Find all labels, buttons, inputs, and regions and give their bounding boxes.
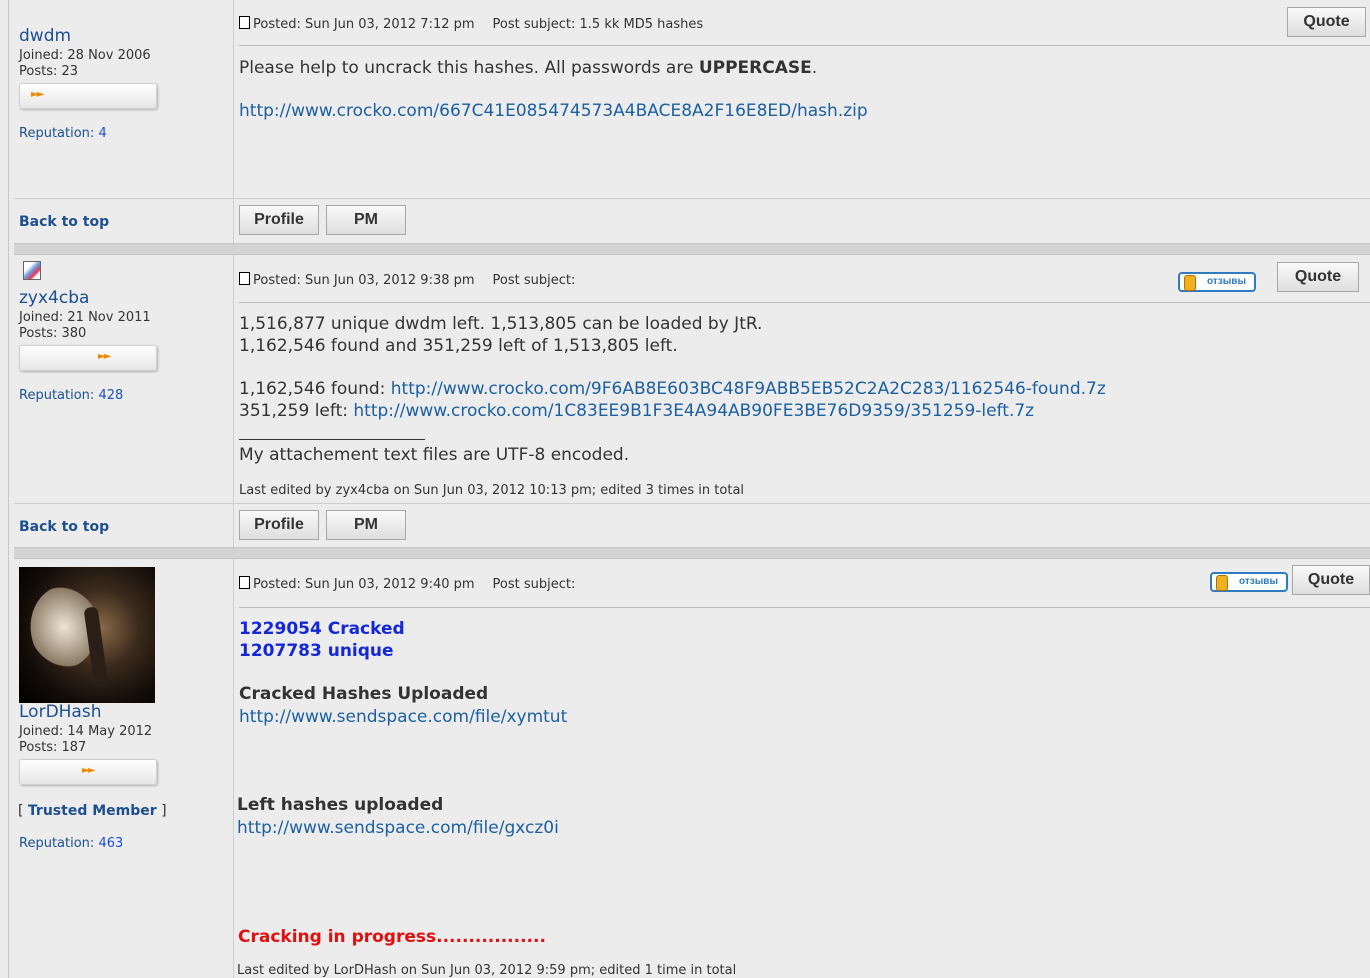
post-footer-actions: Profile PM [234,199,1370,244]
author-posts: Posts: 23 [19,64,79,79]
avatar-placeholder-icon [23,261,41,280]
back-to-top-link[interactable]: Back to top [19,519,109,535]
thumbs-up-icon [1184,275,1196,291]
author-joined: Joined: 21 Nov 2011 [19,310,151,325]
post-separator [14,243,1370,255]
post-author-panel: zyx4cba Joined: 21 Nov 2011 Posts: 380 ►… [14,255,234,503]
post-icon [239,272,250,285]
post-row: LorDHash Joined: 14 May 2012 Posts: 187 … [14,559,1370,978]
post-content: Posted: Sun Jun 03, 2012 7:12 pm Post sub… [234,0,1370,198]
reputation-value[interactable]: 463 [98,836,123,851]
post-content: Posted: Sun Jun 03, 2012 9:38 pm Post sub… [234,255,1370,503]
post-footer-actions: Profile PM [234,504,1370,548]
reputation-value[interactable]: 4 [98,126,106,141]
left-heading: Left hashes uploaded [237,795,444,815]
post-footer-left: Back to top [14,199,234,244]
post-footer-row: Back to top Profile PM [14,198,1370,244]
user-rank: [ Trusted Member ] [18,803,167,819]
post-header-divider [239,607,1370,608]
rank-arrow-icon: ►► [82,765,95,776]
post-content: Posted: Sun Jun 03, 2012 9:40 pm Post sub… [234,559,1370,978]
author-reputation: Reputation: 428 [19,388,123,403]
cracked-file-link[interactable]: http://www.sendspace.com/file/xymtut [239,707,567,727]
back-to-top-link[interactable]: Back to top [19,214,109,230]
post-subject: Post subject: 1.5 kk MD5 hashes [492,17,704,32]
author-reputation: Reputation: 463 [19,836,123,851]
author-name[interactable]: dwdm [19,26,71,46]
quote-button[interactable]: Quote [1292,565,1370,595]
rank-bar: ►► [19,83,157,109]
author-joined: Joined: 14 May 2012 [19,724,153,739]
post-subject: Post subject: [492,577,576,592]
reputation-label: Reputation: [19,126,95,141]
post-separator [14,547,1370,559]
left-file-link[interactable]: http://www.crocko.com/1C83EE9B1F3E4A94AB… [353,401,1034,421]
reputation-value[interactable]: 428 [98,388,123,403]
reputation-label: Reputation: [19,388,95,403]
post-header-divider [239,302,1370,303]
hash-zip-link[interactable]: http://www.crocko.com/667C41E085474573A4… [239,101,868,121]
rank-bar: ►► [19,759,157,785]
pm-button[interactable]: PM [326,205,406,235]
rank-title: Trusted Member [27,803,157,819]
post-body-line: 1,516,877 unique dwdm left. 1,513,805 ca… [239,314,763,334]
pm-button[interactable]: PM [326,510,406,540]
reviews-badge[interactable]: отзывы [1178,272,1256,292]
quote-button[interactable]: Quote [1287,7,1366,37]
post-footer-row: Back to top Profile PM [14,503,1370,548]
left-file-link[interactable]: http://www.sendspace.com/file/gxcz0i [237,818,559,838]
signature-text: My attachement text files are UTF-8 enco… [239,445,630,465]
avatar-image[interactable] [15,567,155,703]
thumbs-up-icon [1216,575,1228,591]
cracked-count: 1229054 Cracked [239,619,405,639]
author-name[interactable]: LorDHash [19,702,102,722]
post-date: Posted: Sun Jun 03, 2012 9:38 pm [253,273,475,288]
post-icon [239,576,250,589]
uppercase-emphasis: UPPERCASE [698,58,812,78]
author-joined: Joined: 28 Nov 2006 [19,48,151,63]
found-line: 1,162,546 found: http://www.crocko.com/9… [239,379,1106,399]
quote-button[interactable]: Quote [1277,262,1359,292]
left-line: 351,259 left: http://www.crocko.com/1C83… [239,401,1035,421]
post-row: dwdm Joined: 28 Nov 2006 Posts: 23 ►► Re… [14,0,1370,198]
cracked-heading: Cracked Hashes Uploaded [239,684,489,704]
edit-notice: Last edited by zyx4cba on Sun Jun 03, 20… [239,483,745,498]
author-posts: Posts: 380 [19,326,87,341]
author-reputation: Reputation: 4 [19,126,107,141]
unique-count: 1207783 unique [239,641,394,661]
rank-bar: ►► [19,345,157,371]
post-date: Posted: Sun Jun 03, 2012 7:12 pm [253,17,475,32]
page-left-border [8,0,9,978]
post-header: Posted: Sun Jun 03, 2012 9:40 pm Post sub… [239,576,575,592]
author-name[interactable]: zyx4cba [19,288,89,308]
edit-notice: Last edited by LorDHash on Sun Jun 03, 2… [237,963,737,978]
post-subject: Post subject: [492,273,576,288]
found-file-link[interactable]: http://www.crocko.com/9F6AB8E603BC48F9AB… [391,379,1106,399]
post-header: Posted: Sun Jun 03, 2012 7:12 pm Post sub… [239,16,703,32]
post-body-line: Please help to uncrack this hashes. All … [239,58,818,78]
signature-divider [239,439,425,440]
post-header: Posted: Sun Jun 03, 2012 9:38 pm Post sub… [239,272,575,288]
reputation-label: Reputation: [19,836,95,851]
profile-button[interactable]: Profile [239,205,319,235]
rank-arrow-icon: ►► [31,89,44,100]
profile-button[interactable]: Profile [239,510,319,540]
rank-arrow-icon: ►► [98,351,111,362]
post-body-line: 1,162,546 found and 351,259 left of 1,51… [239,336,678,356]
post-icon [239,16,250,29]
author-posts: Posts: 187 [19,740,87,755]
progress-status: Cracking in progress................. [238,927,546,947]
post-header-divider [239,45,1370,46]
reviews-badge[interactable]: отзывы [1210,572,1288,592]
post-author-panel: LorDHash Joined: 14 May 2012 Posts: 187 … [14,559,234,978]
post-author-panel: dwdm Joined: 28 Nov 2006 Posts: 23 ►► Re… [14,0,234,198]
post-date: Posted: Sun Jun 03, 2012 9:40 pm [253,577,475,592]
post-footer-left: Back to top [14,504,234,548]
post-row: zyx4cba Joined: 21 Nov 2011 Posts: 380 ►… [14,255,1370,503]
